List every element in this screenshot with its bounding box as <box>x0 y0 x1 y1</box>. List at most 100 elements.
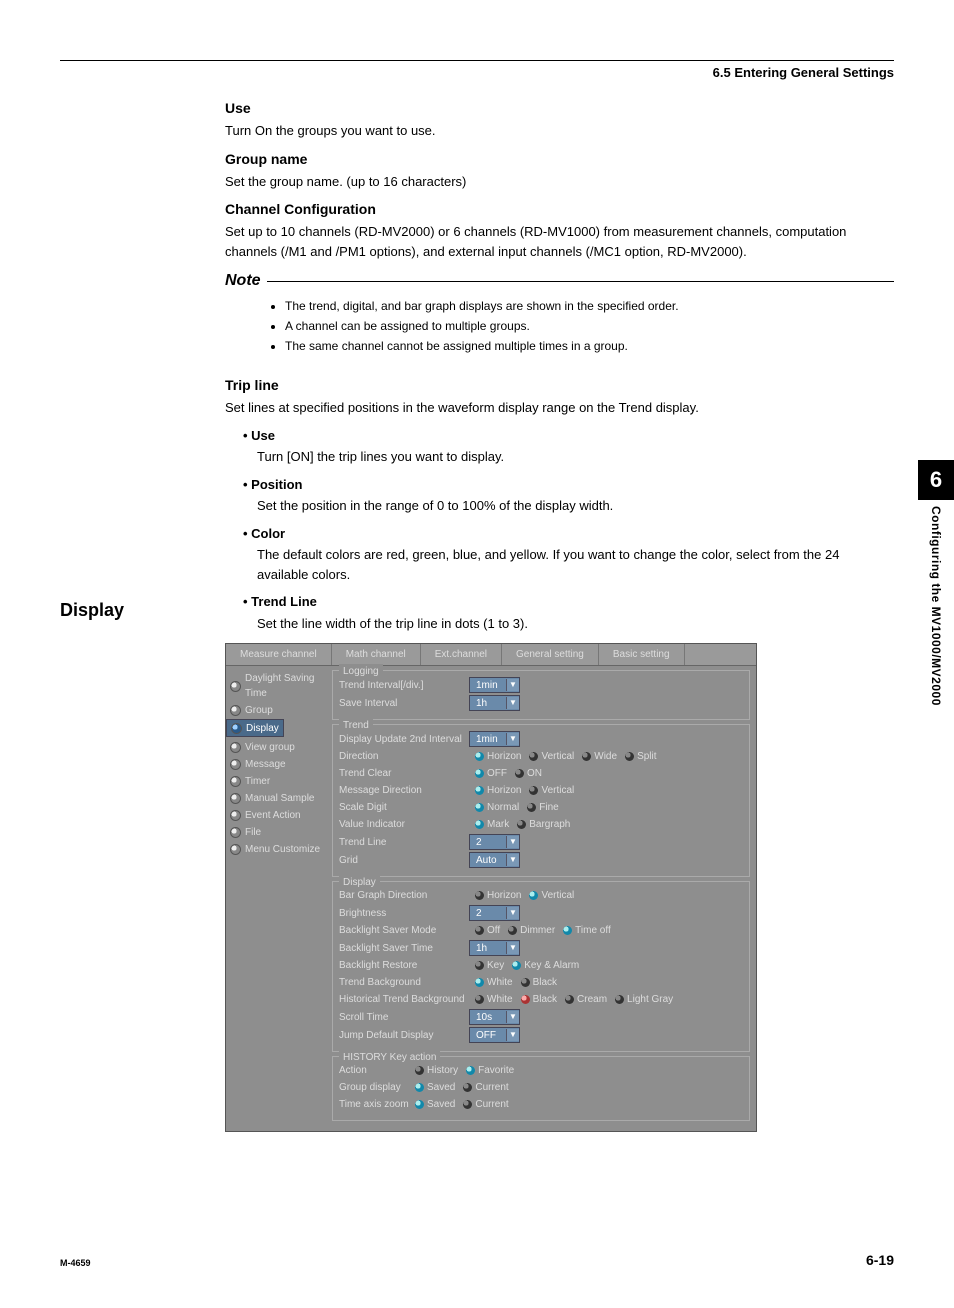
label: Bar Graph Direction <box>339 888 469 903</box>
label: Backlight Saver Mode <box>339 923 469 938</box>
left-heading-display: Display <box>60 600 124 621</box>
label: Trend Interval[/div.] <box>339 678 469 693</box>
radio-icon[interactable] <box>521 978 530 987</box>
radio-icon[interactable] <box>475 752 484 761</box>
label: Brightness <box>339 906 469 921</box>
label: Jump Default Display <box>339 1028 469 1043</box>
radio-icon[interactable] <box>563 926 572 935</box>
bullet-text-use: Turn [ON] the trip lines you want to dis… <box>257 447 894 467</box>
section-header: 6.5 Entering General Settings <box>60 65 894 80</box>
bullet-text-trend-line: Set the line width of the trip line in d… <box>257 614 894 634</box>
note-item: The trend, digital, and bar graph displa… <box>285 297 894 315</box>
label: Message Direction <box>339 783 469 798</box>
dropdown-icon: ▼ <box>506 697 519 709</box>
dropdown-icon: ▼ <box>506 854 519 866</box>
radio-icon[interactable] <box>529 786 538 795</box>
radio-icon[interactable] <box>475 978 484 987</box>
radio-icon[interactable] <box>475 961 484 970</box>
radio-icon[interactable] <box>521 995 530 1004</box>
radio-icon <box>230 759 241 770</box>
radio-icon[interactable] <box>475 803 484 812</box>
sidebar-item-display[interactable]: Display <box>226 719 284 737</box>
radio-icon <box>231 723 242 734</box>
select-save-interval[interactable]: 1h▼ <box>469 695 520 711</box>
label: Trend Background <box>339 975 469 990</box>
label: Backlight Saver Time <box>339 941 469 956</box>
radio-icon[interactable] <box>515 769 524 778</box>
select-scroll-time[interactable]: 10s▼ <box>469 1009 520 1025</box>
select-backlight-saver-time[interactable]: 1h▼ <box>469 940 520 956</box>
radio-icon[interactable] <box>508 926 517 935</box>
bullet-head-color: Color <box>243 524 894 544</box>
label: Action <box>339 1063 409 1078</box>
radio-icon[interactable] <box>475 786 484 795</box>
radio-icon[interactable] <box>463 1100 472 1109</box>
radio-icon[interactable] <box>527 803 536 812</box>
dropdown-icon: ▼ <box>506 1029 519 1041</box>
radio-icon[interactable] <box>475 769 484 778</box>
dropdown-icon: ▼ <box>506 1011 519 1023</box>
sidebar-item[interactable]: View group <box>226 739 326 756</box>
tab-measure-channel[interactable]: Measure channel <box>226 644 332 665</box>
para-channel-config: Set up to 10 channels (RD-MV2000) or 6 c… <box>225 222 894 261</box>
select-trend-line[interactable]: 2▼ <box>469 834 520 850</box>
radio-icon[interactable] <box>466 1066 475 1075</box>
sidebar-item[interactable]: Daylight Saving Time <box>226 670 326 702</box>
radio-icon[interactable] <box>463 1083 472 1092</box>
radio-icon <box>230 827 241 838</box>
label: Trend Line <box>339 835 469 850</box>
legend-history: HISTORY Key action <box>339 1050 440 1065</box>
sidebar-item[interactable]: Timer <box>226 773 326 790</box>
sidebar-item[interactable]: Menu Customize <box>226 841 326 858</box>
label: Backlight Restore <box>339 958 469 973</box>
label: Value Indicator <box>339 817 469 832</box>
note-block: Note The trend, digital, and bar graph d… <box>225 269 894 355</box>
sidebar-item[interactable]: Group <box>226 702 326 719</box>
radio-icon <box>230 705 241 716</box>
bullet-head-use: Use <box>243 426 894 446</box>
select-trend-interval[interactable]: 1min▼ <box>469 677 520 693</box>
sidebar-item[interactable]: File <box>226 824 326 841</box>
dropdown-icon: ▼ <box>506 733 519 745</box>
bullet-head-trend-line: Trend Line <box>243 592 894 612</box>
tab-basic-setting[interactable]: Basic setting <box>599 644 685 665</box>
radio-icon[interactable] <box>529 752 538 761</box>
label: Group display <box>339 1080 409 1095</box>
dropdown-icon: ▼ <box>506 907 519 919</box>
radio-icon[interactable] <box>475 891 484 900</box>
radio-icon[interactable] <box>415 1083 424 1092</box>
radio-icon[interactable] <box>475 995 484 1004</box>
dropdown-icon: ▼ <box>506 679 519 691</box>
radio-icon[interactable] <box>415 1100 424 1109</box>
radio-icon[interactable] <box>512 961 521 970</box>
tab-general-setting[interactable]: General setting <box>502 644 599 665</box>
chapter-number: 6 <box>918 460 954 500</box>
radio-icon[interactable] <box>529 891 538 900</box>
footer-code: M-4659 <box>60 1258 91 1268</box>
para-trip-line: Set lines at specified positions in the … <box>225 398 894 418</box>
sidebar-item[interactable]: Manual Sample <box>226 790 326 807</box>
label: Scroll Time <box>339 1010 469 1025</box>
label: Historical Trend Background <box>339 992 469 1007</box>
select-jump-default-display[interactable]: OFF▼ <box>469 1027 520 1043</box>
radio-icon <box>230 681 241 692</box>
bullet-text-color: The default colors are red, green, blue,… <box>257 545 894 584</box>
radio-icon[interactable] <box>517 820 526 829</box>
note-item: The same channel cannot be assigned mult… <box>285 337 894 355</box>
select-display-update[interactable]: 1min▼ <box>469 731 520 747</box>
radio-icon[interactable] <box>475 820 484 829</box>
radio-icon[interactable] <box>475 926 484 935</box>
radio-icon[interactable] <box>582 752 591 761</box>
tab-ext-channel[interactable]: Ext.channel <box>421 644 502 665</box>
legend-logging: Logging <box>339 664 383 679</box>
radio-icon[interactable] <box>625 752 634 761</box>
legend-trend: Trend <box>339 718 373 733</box>
sidebar-item[interactable]: Event Action <box>226 807 326 824</box>
sidebar-item[interactable]: Message <box>226 756 326 773</box>
radio-icon[interactable] <box>565 995 574 1004</box>
radio-icon[interactable] <box>615 995 624 1004</box>
select-brightness[interactable]: 2▼ <box>469 905 520 921</box>
select-grid[interactable]: Auto▼ <box>469 852 520 868</box>
radio-icon[interactable] <box>415 1066 424 1075</box>
tab-math-channel[interactable]: Math channel <box>332 644 421 665</box>
